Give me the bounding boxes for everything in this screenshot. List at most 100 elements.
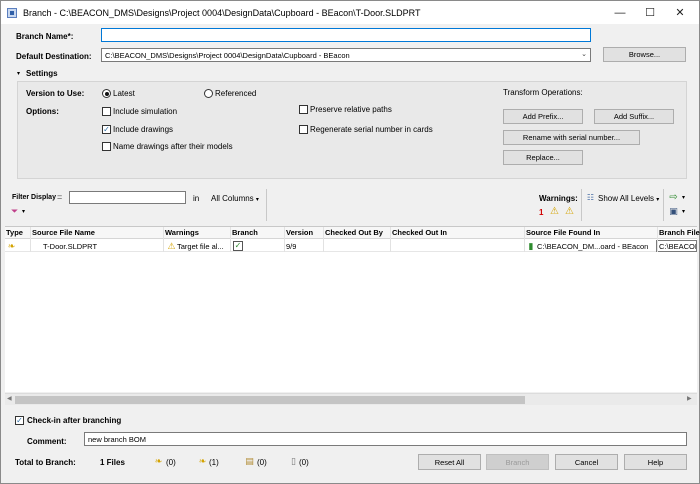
warnings-count: 1	[539, 208, 544, 217]
rename-serial-button[interactable]: Rename with serial number...	[503, 130, 640, 145]
scroll-left-icon[interactable]: ◀	[7, 395, 12, 402]
total-files-count: 1 Files	[100, 458, 125, 467]
row-found-in: C:\BEACON_DM...oard - BEacon	[537, 242, 649, 251]
branch-button[interactable]: Branch	[486, 454, 549, 470]
name-drawings-checkbox[interactable]	[102, 142, 111, 151]
toolbar-divider	[266, 189, 267, 221]
chevron-down-icon: ▾	[255, 197, 259, 203]
part-file-icon: ❧	[7, 240, 16, 251]
count-checked-in: (0)	[166, 458, 176, 467]
row-warnings[interactable]: Target file al...	[177, 242, 224, 251]
radio-latest[interactable]	[102, 89, 111, 98]
warning-filter-icon[interactable]: ⚠	[564, 206, 575, 217]
levels-icon[interactable]: ☷	[585, 192, 596, 203]
maximize-button[interactable]: ☐	[635, 1, 665, 24]
count-drawings: (0)	[257, 458, 267, 467]
save-icon[interactable]: ▣	[668, 206, 679, 217]
col-type[interactable]: Type	[6, 228, 23, 237]
default-destination-select[interactable]: C:\BEACON_DMS\Designs\Project 0004\Desig…	[101, 48, 591, 62]
part-count-icon: ❧	[198, 456, 207, 466]
col-separator	[230, 227, 231, 252]
branch-name-input[interactable]	[101, 28, 591, 42]
warning-icon: ⚠	[167, 240, 176, 251]
col-version[interactable]: Version	[286, 228, 313, 237]
help-button[interactable]: Help	[624, 454, 687, 470]
filter-input[interactable]	[69, 191, 186, 204]
chevron-down-icon[interactable]: ▾	[22, 208, 25, 215]
warning-filter-icon[interactable]: ⚠	[549, 206, 560, 217]
browse-button[interactable]: Browse...	[603, 47, 686, 62]
toolbar-divider	[663, 189, 664, 221]
include-simulation-checkbox[interactable]	[102, 107, 111, 116]
grid-header: Type Source File Name Warnings Branch Ve…	[5, 227, 700, 239]
chevron-down-icon[interactable]: ▾	[682, 194, 685, 201]
reset-all-button[interactable]: Reset All	[418, 454, 481, 470]
col-separator	[657, 227, 658, 252]
branch-dialog: Branch - C:\BEACON_DMS\Designs\Project 0…	[0, 0, 700, 484]
drawing-count-icon: ▤	[245, 456, 254, 466]
preserve-relative-paths-label: Preserve relative paths	[310, 105, 392, 114]
row-branch-file-input[interactable]: C:\BEACON	[656, 240, 697, 252]
options-label: Options:	[26, 107, 59, 116]
chevron-down-icon: ▾	[656, 197, 660, 203]
columns-dropdown-label: All Columns	[211, 194, 254, 203]
col-branch-file[interactable]: Branch File	[659, 228, 700, 237]
col-separator	[390, 227, 391, 252]
collapse-caret-icon[interactable]: ▾	[17, 70, 20, 77]
scroll-right-icon[interactable]: ▶	[687, 395, 692, 402]
row-branch-checkbox[interactable]: ✓	[233, 241, 243, 251]
warnings-label: Warnings:	[539, 194, 578, 203]
comment-input[interactable]: new branch BOM	[84, 432, 687, 446]
minimize-button[interactable]: —	[605, 1, 635, 24]
include-drawings-label: Include drawings	[113, 125, 174, 134]
col-separator	[524, 227, 525, 252]
col-separator	[284, 227, 285, 252]
chevron-down-icon[interactable]: ▾	[682, 208, 685, 215]
table-row[interactable]: ❧ T-Door.SLDPRT ⚠ Target file al... ✓ 9/…	[5, 240, 697, 252]
preserve-relative-paths-checkbox[interactable]	[299, 105, 308, 114]
filter-funnel-icon[interactable]: ⏷	[11, 206, 18, 217]
files-grid: Type Source File Name Warnings Branch Ve…	[5, 226, 700, 392]
comment-label: Comment:	[27, 437, 67, 446]
col-warnings[interactable]: Warnings	[165, 228, 199, 237]
filter-in-label: in	[193, 194, 200, 203]
row-source-file-name: T-Door.SLDPRT	[43, 242, 98, 251]
col-checked-out-in[interactable]: Checked Out In	[392, 228, 447, 237]
show-all-levels-dropdown[interactable]: Show All Levels ▾	[598, 194, 659, 203]
count-parts: (1)	[209, 458, 219, 467]
settings-header[interactable]: Settings	[26, 69, 58, 78]
col-separator	[323, 227, 324, 252]
regenerate-serial-checkbox[interactable]	[299, 125, 308, 134]
transform-operations-label: Transform Operations:	[503, 88, 583, 97]
col-checked-out-by[interactable]: Checked Out By	[325, 228, 383, 237]
col-source-file-found-in[interactable]: Source File Found In	[526, 228, 600, 237]
include-simulation-label: Include simulation	[113, 107, 178, 116]
checkin-checkbox[interactable]: ✓	[15, 416, 24, 425]
add-prefix-button[interactable]: Add Prefix...	[503, 109, 583, 124]
cancel-button[interactable]: Cancel	[555, 454, 618, 470]
document-count-icon: ▯	[291, 456, 296, 466]
settings-panel: Version to Use: Latest Referenced Option…	[17, 81, 687, 179]
toolbar-divider	[581, 189, 582, 221]
app-icon	[7, 7, 17, 18]
filter-display-label: Filter Display	[12, 194, 56, 201]
count-documents: (0)	[299, 458, 309, 467]
replace-button[interactable]: Replace...	[503, 150, 583, 165]
col-source-file-name[interactable]: Source File Name	[32, 228, 95, 237]
export-icon[interactable]: ⇨	[668, 192, 679, 203]
window-title: Branch - C:\BEACON_DMS\Designs\Project 0…	[23, 7, 421, 18]
col-branch[interactable]: Branch	[232, 228, 258, 237]
radio-referenced[interactable]	[204, 89, 213, 98]
show-all-levels-label: Show All Levels	[598, 194, 655, 203]
columns-dropdown[interactable]: All Columns ▾	[211, 194, 259, 203]
scrollbar-thumb[interactable]	[15, 396, 525, 404]
col-separator	[163, 227, 164, 252]
radio-latest-label: Latest	[113, 89, 135, 98]
name-drawings-label: Name drawings after their models	[113, 142, 233, 151]
include-drawings-checkbox[interactable]: ✓	[102, 125, 111, 134]
filter-equals-icon[interactable]: =	[57, 192, 62, 202]
add-suffix-button[interactable]: Add Suffix...	[594, 109, 674, 124]
horizontal-scrollbar[interactable]: ◀ ▶	[5, 393, 697, 405]
close-button[interactable]: ✕	[665, 1, 695, 24]
version-to-use-label: Version to Use:	[26, 89, 85, 98]
